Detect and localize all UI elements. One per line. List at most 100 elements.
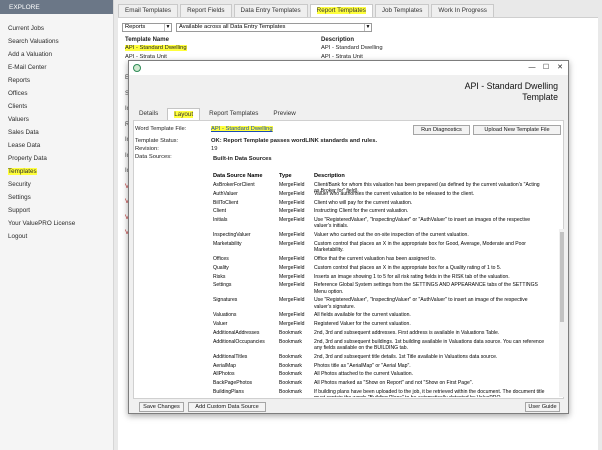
sidebar-item-current-jobs[interactable]: Current Jobs xyxy=(0,22,113,35)
data-source-type: MergeField xyxy=(279,264,305,271)
user-guide-button[interactable]: User Guide xyxy=(525,402,560,412)
table-scrollbar[interactable] xyxy=(559,229,565,397)
sidebar-item-valuers[interactable]: Valuers xyxy=(0,113,113,126)
tab-details[interactable]: Details xyxy=(133,108,164,120)
scope-select[interactable]: Available across all Data Entry Template… xyxy=(176,23,372,32)
data-source-name: AdditionalTitles xyxy=(213,353,248,360)
sidebar-item-lease-data[interactable]: Lease Data xyxy=(0,139,113,152)
sidebar-item-logout[interactable]: Logout xyxy=(0,230,113,243)
dialog-titlebar: — ☐ ✕ xyxy=(129,61,568,75)
data-source-description: Valuer who carried out the on-site inspe… xyxy=(314,232,469,239)
data-source-name: Offices xyxy=(213,256,229,262)
sidebar-item-search-valuations[interactable]: Search Valuations xyxy=(0,35,113,48)
data-source-name: InspectingValuer xyxy=(213,232,251,239)
sidebar-item-settings[interactable]: Settings xyxy=(0,191,113,204)
sidebar-header: EXPLORE xyxy=(0,0,113,14)
maximize-icon[interactable]: ☐ xyxy=(541,63,551,73)
data-source-description: All Photos attached to the current Valua… xyxy=(314,371,414,378)
dialog-tabs: Details Layout Report Templates Preview xyxy=(133,108,305,120)
data-source-type: MergeField xyxy=(279,217,305,224)
sidebar-item-reports[interactable]: Reports xyxy=(0,74,113,87)
sidebar-item-security[interactable]: Security xyxy=(0,178,113,191)
data-source-type: MergeField xyxy=(279,190,305,197)
data-source-type: Bookmark xyxy=(279,362,302,369)
data-source-type: MergeField xyxy=(279,208,305,215)
tab-report-templates[interactable]: Report Templates xyxy=(203,108,264,120)
sidebar-item-e-mail-center[interactable]: E-Mail Center xyxy=(0,61,113,74)
sidebar-item-sales-data[interactable]: Sales Data xyxy=(0,126,113,139)
column-header-type: Type xyxy=(279,173,292,179)
list-item[interactable]: API - Standard Dwelling xyxy=(125,45,187,51)
sidebar-item-add-a-valuation[interactable]: Add a Valuation xyxy=(0,48,113,61)
data-source-name: AerialMap xyxy=(213,362,236,369)
data-source-name: Settings xyxy=(213,282,232,289)
filter-bar: Reports ▼ Available across all Data Entr… xyxy=(118,17,598,33)
word-template-link[interactable]: API - Standard Dwelling xyxy=(211,126,273,132)
report-type-select[interactable]: Reports ▼ xyxy=(122,23,172,32)
data-source-description: Use "RegisteredValuer", "InspectingValue… xyxy=(314,297,528,310)
tab-job-templates[interactable]: Job Templates xyxy=(374,4,430,17)
data-source-description: 2nd, 3rd and subsequent buildings. 1st b… xyxy=(314,338,545,351)
data-sources-label: Data Sources: xyxy=(135,154,172,160)
run-diagnostics-button[interactable]: Run Diagnostics xyxy=(413,125,470,135)
data-source-type: Bookmark xyxy=(279,389,302,395)
template-name: API - Standard Dwelling xyxy=(125,45,187,51)
sidebar-item-clients[interactable]: Clients xyxy=(0,100,113,113)
tab-report-fields[interactable]: Report Fields xyxy=(180,4,232,17)
data-source-description: Office that the current valuation has be… xyxy=(314,256,436,262)
data-source-description: Inserts an image showing 1 to 5 for all … xyxy=(314,273,510,280)
tab-data-entry-templates[interactable]: Data Entry Templates xyxy=(233,4,308,17)
minimize-icon[interactable]: — xyxy=(527,63,537,73)
scrollbar-thumb[interactable] xyxy=(560,232,564,322)
data-source-description: 2nd, 3rd and subsequent title details. 1… xyxy=(314,353,498,360)
status-text: OK: Report Template passes wordLINK stan… xyxy=(211,138,378,144)
sidebar-item-support[interactable]: Support xyxy=(0,204,113,217)
sidebar: EXPLORE Current Jobs Search Valuations Add… xyxy=(0,0,114,450)
data-source-description: Valuer who authorises the current valuat… xyxy=(314,190,475,197)
close-icon[interactable]: ✕ xyxy=(555,63,565,73)
data-source-type: MergeField xyxy=(279,199,305,206)
tab-preview[interactable]: Preview xyxy=(267,108,301,120)
data-source-name: BillToClient xyxy=(213,199,239,206)
sidebar-item-your-valuepro-license[interactable]: Your ValuePRO License xyxy=(0,217,113,230)
data-source-description: Client who will pay for the current valu… xyxy=(314,199,413,206)
revision-value: 19 xyxy=(211,146,218,152)
data-source-name: AdditionalAddresses xyxy=(213,330,260,336)
data-source-name: AsBrokerForClient xyxy=(213,182,255,188)
chevron-down-icon: ▼ xyxy=(164,24,171,31)
sidebar-item-label: Templates xyxy=(8,168,37,175)
dialog-title-line2: Template xyxy=(522,91,558,102)
template-dialog: — ☐ ✕ API - Standard Dwelling Template D… xyxy=(128,60,569,414)
data-source-description: If building plans have been uploaded to … xyxy=(314,389,545,397)
tab-work-in-progress[interactable]: Work In Progress xyxy=(431,4,494,17)
column-header-description: Description xyxy=(314,173,345,179)
data-source-type: MergeField xyxy=(279,273,305,280)
data-source-description: All fields available for the current val… xyxy=(314,312,411,319)
data-source-name: AuthValuer xyxy=(213,190,238,197)
save-changes-button[interactable]: Save Changes xyxy=(139,402,184,412)
sidebar-item-templates[interactable]: Templates xyxy=(0,165,113,178)
tab-label: Report Templates xyxy=(316,7,366,14)
data-source-name: Valuations xyxy=(213,312,237,319)
revision-label: Revision: xyxy=(135,146,159,152)
chevron-down-icon: ▼ xyxy=(364,24,371,31)
data-sources-table: Data Source Name Type Description AsBrok… xyxy=(211,173,559,397)
data-source-name: Client xyxy=(213,208,227,215)
upload-template-button[interactable]: Upload New Template File xyxy=(473,125,561,135)
tab-layout[interactable]: Layout xyxy=(167,108,201,120)
tab-email-templates[interactable]: Email Templates xyxy=(118,4,179,17)
data-source-name: Marketability xyxy=(213,241,242,247)
data-source-type: MergeField xyxy=(279,232,305,239)
sidebar-item-property-data[interactable]: Property Data xyxy=(0,152,113,165)
status-value: OK: Report Template passes wordLINK stan… xyxy=(211,138,377,144)
tab-report-templates[interactable]: Report Templates xyxy=(309,4,373,17)
data-source-type: MergeField xyxy=(279,241,305,247)
data-source-type: Bookmark xyxy=(279,380,302,387)
layout-panel: Word Template File: API - Standard Dwell… xyxy=(133,120,565,412)
sidebar-item-offices[interactable]: Offices xyxy=(0,87,113,100)
data-source-description: Reference Global System settings from th… xyxy=(314,282,538,295)
word-template-file: API - Standard Dwelling xyxy=(211,126,273,132)
add-custom-data-source-button[interactable]: Add Custom Data Source xyxy=(188,402,266,412)
data-source-description: Photos title as "AerialMap" or "Aerial M… xyxy=(314,362,411,369)
data-source-name: Valuer xyxy=(213,321,228,328)
